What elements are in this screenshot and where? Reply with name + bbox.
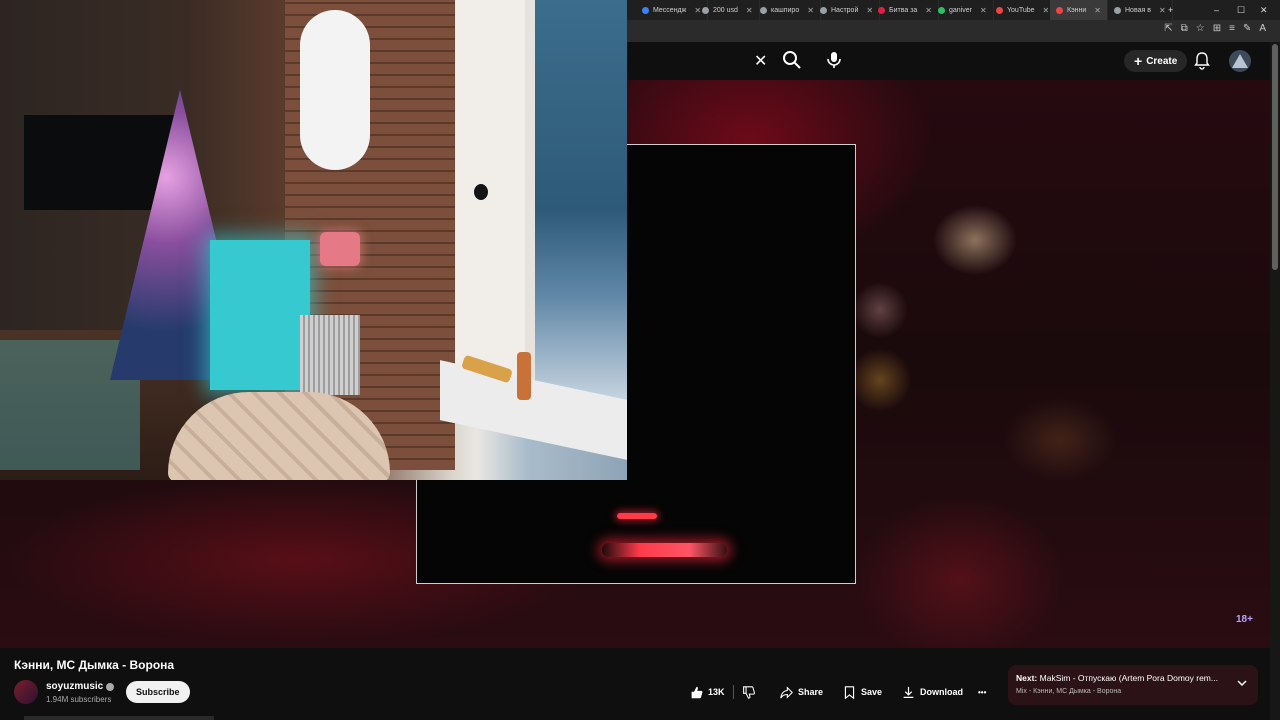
new-tab-button[interactable]: + bbox=[1168, 0, 1173, 20]
create-button[interactable]: + Create bbox=[1124, 50, 1188, 72]
channel-name-label: soyuzmusic bbox=[46, 681, 104, 692]
thumbs-down-icon[interactable] bbox=[742, 685, 755, 699]
like-dislike-group: 13K bbox=[690, 681, 755, 703]
video-info: Кэнни, МС Дымка - Ворона soyuzmusic 1.94… bbox=[0, 648, 1280, 720]
browser-tab[interactable]: 200 usd ✕ bbox=[696, 0, 760, 20]
candle bbox=[320, 232, 360, 266]
tab-close-icon[interactable]: ✕ bbox=[807, 6, 814, 15]
open-in-app-icon[interactable]: ⇱ bbox=[1164, 23, 1172, 34]
next-prefix: Next: bbox=[1016, 673, 1038, 683]
more-icon: ••• bbox=[978, 687, 987, 697]
scrollbar-thumb[interactable] bbox=[1272, 44, 1278, 270]
next-video-title: Next: MakSim - Отпускаю (Artem Pora Domo… bbox=[1016, 673, 1226, 683]
create-label: Create bbox=[1146, 55, 1178, 67]
age-restriction-badge: 18+ bbox=[1236, 614, 1253, 625]
webcam-overlay bbox=[0, 0, 627, 480]
share-label: Share bbox=[798, 687, 824, 697]
toolbar-icons: ⇱ ⧉ ☆ ⊞ ≡ ✎ A bbox=[1164, 23, 1266, 34]
video-title: Кэнни, МС Дымка - Ворона bbox=[14, 658, 175, 672]
channel-avatar[interactable] bbox=[14, 680, 38, 704]
thumbs-up-icon[interactable] bbox=[690, 686, 703, 699]
next-video-name: MakSim - Отпускаю (Artem Pora Domoy rem.… bbox=[1039, 673, 1218, 683]
tab-label: Кэнни bbox=[1067, 6, 1087, 14]
tab-favicon-icon bbox=[1056, 6, 1063, 14]
tab-label: Новая в bbox=[1125, 6, 1151, 14]
tab-favicon-icon bbox=[878, 6, 885, 14]
tab-favicon-icon bbox=[642, 6, 649, 14]
download-button[interactable]: Download bbox=[902, 681, 963, 703]
tab-label: Мессендж bbox=[653, 6, 687, 14]
spray-cans bbox=[462, 352, 531, 400]
tab-close-icon[interactable]: ✕ bbox=[980, 6, 987, 15]
tab-label: Настрой bbox=[831, 6, 859, 14]
tab-label: кашпиро bbox=[771, 6, 800, 14]
download-icon bbox=[903, 686, 914, 698]
more-actions-button[interactable]: ••• bbox=[978, 681, 986, 703]
bottom-strip bbox=[24, 716, 214, 720]
browser-tab-active[interactable]: Кэнни ✕ bbox=[1050, 0, 1108, 20]
save-button[interactable]: Save bbox=[843, 681, 882, 703]
room-tv bbox=[24, 115, 174, 210]
browser-tab[interactable]: YouTube ✕ bbox=[990, 0, 1057, 20]
tab-favicon-icon bbox=[1114, 6, 1121, 14]
pip-icon[interactable]: ⧉ bbox=[1181, 23, 1188, 34]
tab-favicon-icon bbox=[760, 6, 767, 14]
media-control-icon[interactable]: ≡ bbox=[1229, 23, 1235, 34]
extensions-icon[interactable]: ⊞ bbox=[1213, 23, 1221, 34]
lit-fireplace bbox=[210, 240, 310, 390]
bookmark-star-icon[interactable]: ☆ bbox=[1196, 23, 1205, 34]
microphone-icon[interactable] bbox=[822, 48, 846, 72]
plush-goose bbox=[300, 10, 370, 170]
car-taillight bbox=[602, 543, 727, 557]
save-label: Save bbox=[861, 687, 883, 697]
browser-tab[interactable]: Битва за ✕ bbox=[872, 0, 939, 20]
notifications-bell-icon[interactable] bbox=[1194, 52, 1210, 70]
browser-tab[interactable]: ganiver ✕ bbox=[932, 0, 994, 20]
browser-tab[interactable]: Новая в ✕ bbox=[1108, 0, 1173, 20]
profile-icon[interactable]: A bbox=[1259, 23, 1266, 34]
close-window-button[interactable]: ✕ bbox=[1260, 0, 1268, 20]
divider bbox=[732, 685, 734, 699]
tab-close-icon[interactable]: ✕ bbox=[1159, 6, 1166, 15]
tab-favicon-icon bbox=[996, 6, 1003, 14]
tab-label: ganiver bbox=[949, 6, 972, 14]
browser-tab[interactable]: Настрой ✕ bbox=[814, 0, 881, 20]
verified-icon bbox=[106, 682, 115, 691]
chevron-down-icon[interactable] bbox=[1236, 677, 1248, 689]
radiator bbox=[300, 315, 360, 395]
subscriber-count: 1.94M subscribers bbox=[46, 695, 112, 704]
bookmark-icon bbox=[844, 685, 855, 699]
share-button[interactable]: Share bbox=[780, 681, 823, 703]
tab-label: 200 usd bbox=[713, 6, 738, 14]
maximize-button[interactable]: ☐ bbox=[1237, 0, 1245, 20]
channel-name[interactable]: soyuzmusic bbox=[46, 681, 115, 692]
up-next-card[interactable]: Next: MakSim - Отпускаю (Artem Pora Domo… bbox=[1008, 665, 1258, 705]
car-taillight-top bbox=[617, 513, 657, 519]
door bbox=[455, 0, 525, 410]
download-label: Download bbox=[920, 687, 963, 697]
minimize-button[interactable]: – bbox=[1214, 0, 1219, 20]
tab-close-icon[interactable]: ✕ bbox=[1043, 6, 1050, 15]
tab-close-icon[interactable]: ✕ bbox=[925, 6, 932, 15]
share-arrow-icon bbox=[780, 685, 793, 699]
account-avatar[interactable] bbox=[1229, 50, 1251, 72]
tab-favicon-icon bbox=[820, 6, 827, 14]
browser-tab[interactable]: кашпиро ✕ bbox=[754, 0, 821, 20]
tab-close-icon[interactable]: ✕ bbox=[746, 6, 753, 15]
like-count[interactable]: 13K bbox=[708, 687, 725, 697]
tab-label: Битва за bbox=[889, 6, 918, 14]
avatar-image-icon bbox=[1232, 54, 1248, 68]
tab-favicon-icon bbox=[702, 6, 709, 14]
plus-icon: + bbox=[1134, 53, 1143, 69]
clear-search-icon[interactable]: ✕ bbox=[754, 51, 767, 71]
doorknob bbox=[474, 184, 488, 200]
tab-label: YouTube bbox=[1007, 6, 1035, 14]
next-video-subtitle: Mix - Кэнни, МС Дымка - Ворона bbox=[1016, 688, 1122, 695]
search-icon[interactable] bbox=[780, 48, 804, 72]
tab-close-icon[interactable]: ✕ bbox=[1094, 6, 1101, 15]
subscribe-button[interactable]: Subscribe bbox=[126, 681, 190, 703]
edit-icon[interactable]: ✎ bbox=[1243, 23, 1251, 34]
tab-favicon-icon bbox=[938, 6, 945, 14]
